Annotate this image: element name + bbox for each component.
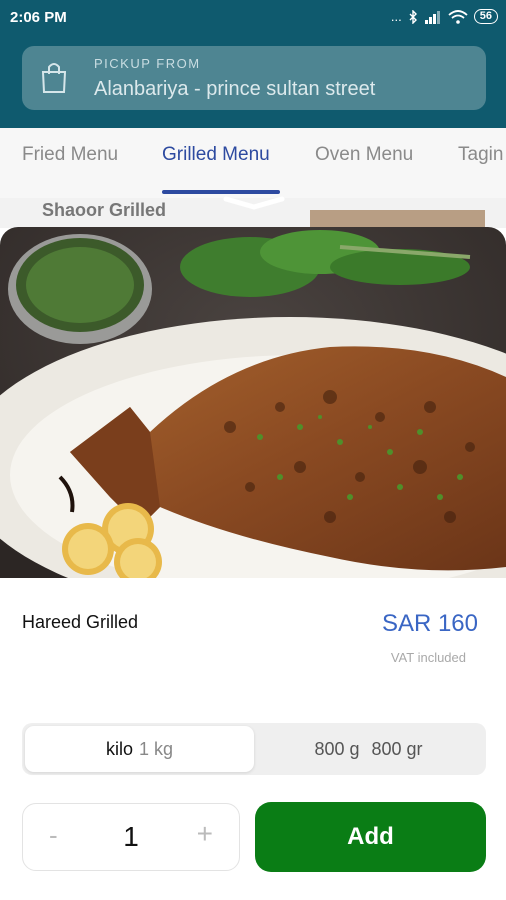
item-name: Hareed Grilled (22, 612, 139, 632)
background-item-name: Shaoor Grilled (42, 200, 167, 220)
tab-fried-menu[interactable]: Fried Menu (22, 144, 118, 166)
status-icons: ... 56 (391, 9, 498, 24)
size-weight: 1 kg (138, 738, 174, 759)
quantity-value: 1 (123, 821, 139, 852)
shopping-bag-icon (41, 63, 67, 93)
status-bar: 2:06 PM ... 56 (0, 0, 506, 36)
chevron-down-icon[interactable] (222, 195, 286, 211)
tab-oven-menu[interactable]: Oven Menu (315, 144, 413, 166)
increment-button[interactable]: + (197, 818, 213, 850)
menu-tabs: Fried Menu Grilled Menu Oven Menu Tagin (0, 128, 506, 198)
signal-icon (424, 10, 440, 24)
decrement-button[interactable]: - (49, 820, 58, 851)
battery-icon: 56 (473, 9, 498, 24)
size-weight: 800 gr (371, 738, 423, 759)
size-name: kilo (105, 738, 133, 759)
background-item-image (310, 210, 485, 228)
app-header: 2:06 PM ... 56 PICKUP FROM Alanbariya - … (0, 0, 506, 128)
size-option-800g[interactable]: 800 g 800 gr (254, 726, 483, 772)
item-image (0, 227, 506, 578)
quantity-stepper: - 1 + (22, 803, 240, 871)
add-to-cart-button[interactable]: Add (255, 802, 486, 872)
size-name: 800 g (314, 738, 360, 759)
status-time: 2:06 PM (10, 9, 67, 26)
active-tab-indicator (162, 190, 280, 194)
pickup-location-selector[interactable]: PICKUP FROM Alanbariya - prince sultan s… (22, 46, 486, 110)
pickup-place: Alanbariya - prince sultan street (94, 78, 376, 100)
bluetooth-icon (409, 9, 417, 24)
tab-tagin[interactable]: Tagin (458, 144, 503, 166)
vat-note: VAT included (390, 650, 466, 665)
size-selector: kilo 1 kg 800 g 800 gr (22, 723, 486, 775)
size-option-kilo[interactable]: kilo 1 kg (25, 726, 254, 772)
pickup-label: PICKUP FROM (94, 56, 201, 71)
notification-dots: ... (390, 9, 402, 24)
wifi-icon (448, 9, 468, 24)
tab-grilled-menu[interactable]: Grilled Menu (162, 144, 270, 166)
item-price: SAR 160 (381, 610, 478, 637)
